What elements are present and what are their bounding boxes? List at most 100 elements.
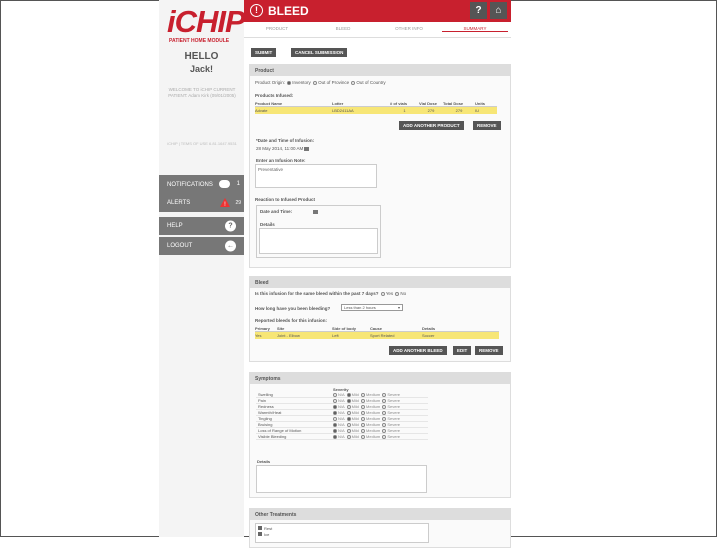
severity-radio[interactable] xyxy=(361,410,366,415)
severity-radio[interactable] xyxy=(361,398,366,403)
severity-radio[interactable] xyxy=(382,422,387,427)
severity-radio[interactable] xyxy=(361,404,366,409)
severity-options[interactable]: N/A Mild Medium Severe xyxy=(332,410,428,415)
severity-option-label: Medium xyxy=(366,392,382,397)
table-row[interactable]: Yes Joint - Elbow Left Sport Related Soc… xyxy=(255,332,499,339)
cancel-submission-button[interactable]: CANCEL SUBMISSION xyxy=(291,48,348,57)
severity-options[interactable]: N/A Mild Medium Severe xyxy=(332,428,428,433)
severity-option-label: Severe xyxy=(387,434,401,439)
infusion-note-label: Enter an Infusion Note: xyxy=(256,158,306,163)
severity-option-label: N/A xyxy=(338,416,346,421)
severity-radio[interactable] xyxy=(382,392,387,397)
severity-radio[interactable] xyxy=(382,398,387,403)
table-row[interactable]: Advate LBD2411AA 1 279 279 IU xyxy=(255,107,497,114)
severity-options[interactable]: N/A Mild Medium Severe xyxy=(332,404,428,409)
severity-radio[interactable] xyxy=(346,422,351,427)
severity-radio[interactable] xyxy=(333,416,337,421)
logo-text: iCHIP xyxy=(167,4,246,39)
notifications-button[interactable]: NOTIFICATIONS 1 xyxy=(159,175,244,194)
col-header: Cause xyxy=(370,326,383,331)
cell: Soccer xyxy=(422,333,435,338)
severity-options[interactable]: N/A Mild Medium Severe xyxy=(332,434,428,439)
severity-radio[interactable] xyxy=(382,434,387,439)
severity-option-label: Mild xyxy=(351,404,361,409)
severity-radio[interactable] xyxy=(361,416,366,421)
bleeding-duration-select[interactable]: Less than 2 hours ▾ xyxy=(341,304,403,311)
treatment-item[interactable]: Ice xyxy=(258,532,269,537)
submit-button[interactable]: SUBMIT xyxy=(251,48,277,57)
radio-inventory[interactable] xyxy=(287,80,292,85)
severity-radio[interactable] xyxy=(346,404,351,409)
reaction-details-field[interactable] xyxy=(259,228,378,254)
symptom-name: Loss of Range of Motion xyxy=(258,428,302,433)
reaction-title: Reaction to Infused Product xyxy=(255,197,316,202)
severity-radio[interactable] xyxy=(346,398,351,403)
severity-radio[interactable] xyxy=(361,392,366,397)
severity-option-label: Mild xyxy=(351,398,361,403)
welcome-text: WELCOME TO iCHIP CURRENT PATIENT: Adam K… xyxy=(168,87,236,98)
severity-option-label: N/A xyxy=(338,392,346,397)
remove-product-button[interactable]: REMOVE xyxy=(473,121,501,130)
severity-radio[interactable] xyxy=(333,398,337,403)
severity-radio[interactable] xyxy=(382,416,387,421)
tab-other-info[interactable]: OTHER INFO xyxy=(376,26,442,31)
edit-bleed-button[interactable]: EDIT xyxy=(453,346,472,355)
calendar-icon[interactable] xyxy=(313,210,318,214)
col-header: Units xyxy=(475,101,485,106)
alerts-button[interactable]: ALERTS ! 29 xyxy=(159,194,244,212)
add-another-product-button[interactable]: ADD ANOTHER PRODUCT xyxy=(399,121,464,130)
treatment-item[interactable]: Rest xyxy=(258,526,272,531)
col-header: Side of body xyxy=(332,326,356,331)
logout-button[interactable]: LOGOUT ← xyxy=(159,237,244,255)
radio-out-of-country[interactable] xyxy=(351,80,356,85)
severity-radio[interactable] xyxy=(382,404,387,409)
severity-radio[interactable] xyxy=(346,416,351,421)
infusion-note-field[interactable]: Preventative xyxy=(255,164,377,188)
severity-option-label: N/A xyxy=(338,434,346,439)
severity-option-label: N/A xyxy=(338,398,346,403)
severity-option-label: Mild xyxy=(351,422,361,427)
symptoms-section-title: Symptoms xyxy=(250,373,510,384)
help-button[interactable]: ? xyxy=(470,2,487,19)
severity-radio[interactable] xyxy=(382,410,387,415)
remove-bleed-button[interactable]: REMOVE xyxy=(475,346,503,355)
severity-options[interactable]: N/A Mild Medium Severe xyxy=(332,398,428,403)
add-another-bleed-button[interactable]: ADD ANOTHER BLEED xyxy=(389,346,447,355)
severity-radio[interactable] xyxy=(346,428,351,433)
symptoms-details-field[interactable] xyxy=(256,465,427,493)
severity-radio[interactable] xyxy=(361,428,366,433)
radio-no[interactable] xyxy=(395,291,400,296)
severity-options[interactable]: N/A Mild Medium Severe xyxy=(332,392,428,397)
severity-radio[interactable] xyxy=(333,434,337,439)
home-button[interactable]: ⌂ xyxy=(490,2,507,19)
severity-radio[interactable] xyxy=(333,428,337,433)
severity-radio[interactable] xyxy=(361,434,366,439)
bleeding-duration-question: How long have you been bleeding? xyxy=(255,306,331,311)
checkbox[interactable] xyxy=(258,526,262,530)
severity-radio[interactable] xyxy=(333,422,337,427)
severity-options[interactable]: N/A Mild Medium Severe xyxy=(332,422,428,427)
severity-radio[interactable] xyxy=(346,410,351,415)
severity-radio[interactable] xyxy=(333,404,337,409)
severity-radio[interactable] xyxy=(333,410,337,415)
severity-radio[interactable] xyxy=(346,392,351,397)
tab-product[interactable]: PRODUCT xyxy=(244,26,310,31)
severity-radio[interactable] xyxy=(361,422,366,427)
footer-links[interactable]: iCHIP | TEMS OF USE 6.81.1647.9531 xyxy=(163,141,241,147)
severity-radio[interactable] xyxy=(382,428,387,433)
symptoms-details-label: Details xyxy=(257,459,271,464)
datetime-text: 28 May 2014, 11:00 AM xyxy=(256,146,304,151)
severity-radio[interactable] xyxy=(346,434,351,439)
radio-yes[interactable] xyxy=(380,291,385,296)
severity-radio[interactable] xyxy=(333,392,337,397)
tab-summary[interactable]: SUMMARY xyxy=(442,26,508,32)
help-nav-button[interactable]: HELP ? xyxy=(159,217,244,235)
severity-option-label: Severe xyxy=(387,416,401,421)
severity-options[interactable]: N/A Mild Medium Severe xyxy=(332,416,428,421)
calendar-icon[interactable] xyxy=(304,146,310,151)
radio-out-of-province[interactable] xyxy=(313,80,318,85)
checkbox[interactable] xyxy=(258,532,262,536)
cell: Yes xyxy=(255,333,262,338)
tab-bleed[interactable]: BLEED xyxy=(310,26,376,31)
datetime-value[interactable]: 28 May 2014, 11:00 AM xyxy=(256,146,310,151)
